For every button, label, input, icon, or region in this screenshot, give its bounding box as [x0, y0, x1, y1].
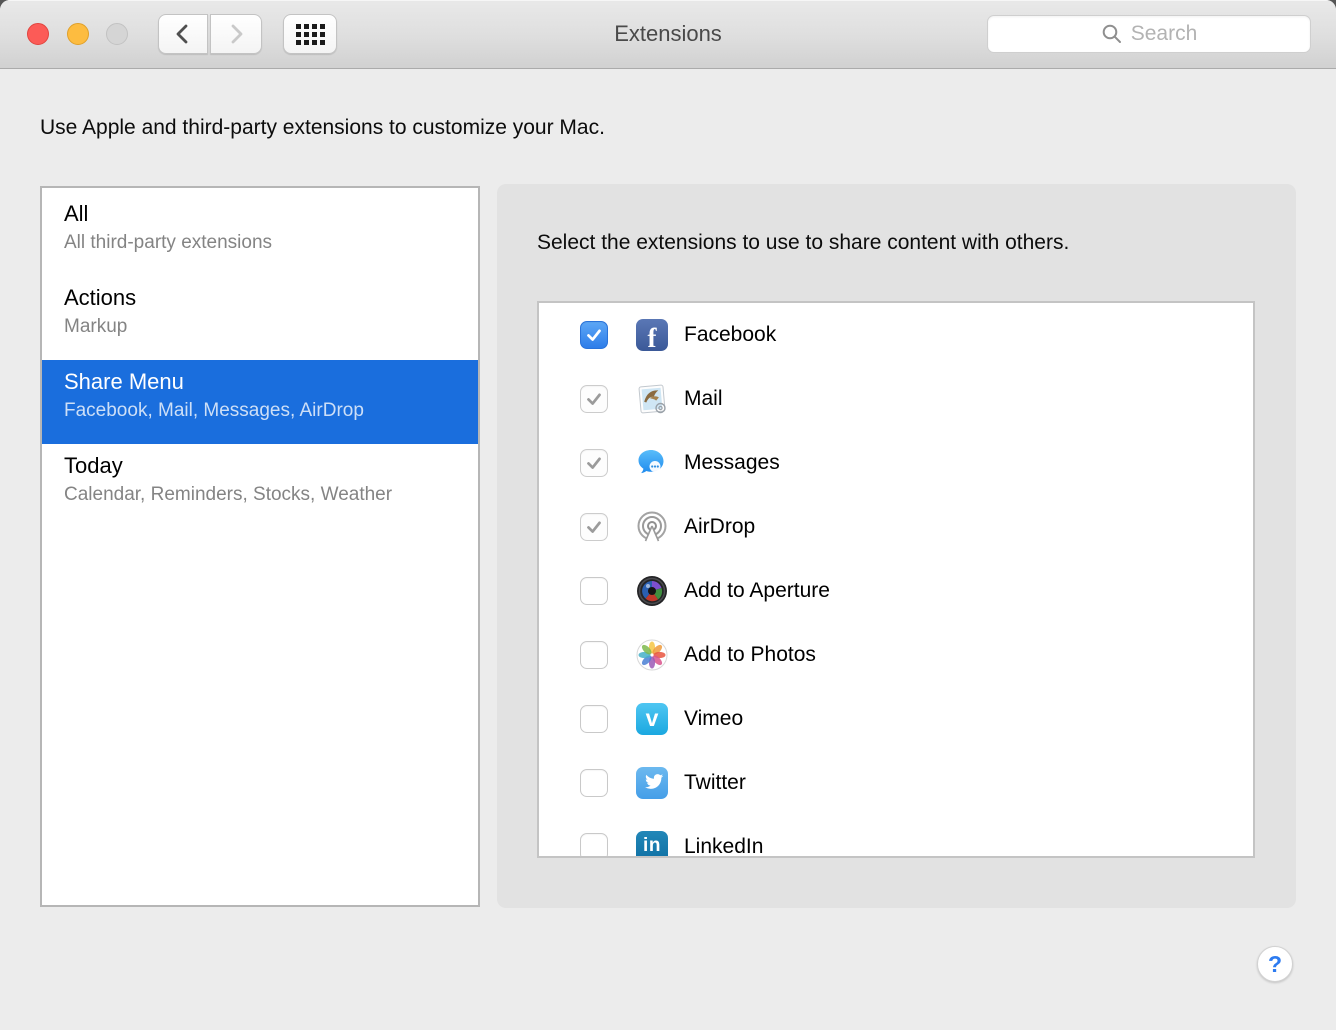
sidebar: All All third-party extensions Actions Mark…: [40, 186, 480, 907]
twitter-checkbox[interactable]: [580, 769, 608, 797]
extension-label: Vimeo: [684, 707, 744, 730]
help-button[interactable]: ?: [1257, 946, 1293, 982]
extension-row-mail[interactable]: Mail: [539, 367, 1253, 431]
extension-label: Messages: [684, 451, 780, 474]
vimeo-checkbox[interactable]: [580, 705, 608, 733]
extension-row-linkedin[interactable]: in LinkedIn: [539, 815, 1253, 858]
mail-checkbox: [580, 385, 608, 413]
extension-label: AirDrop: [684, 515, 756, 538]
sidebar-item-title: Actions: [64, 285, 137, 310]
extension-row-facebook[interactable]: f Facebook: [539, 303, 1253, 367]
extension-row-airdrop[interactable]: AirDrop: [539, 495, 1253, 559]
zoom-button: [106, 23, 128, 45]
sidebar-item-today[interactable]: Today Calendar, Reminders, Stocks, Weathe…: [42, 444, 478, 528]
close-button[interactable]: [27, 23, 49, 45]
photos-icon: [636, 639, 668, 671]
extension-label: LinkedIn: [684, 835, 764, 858]
airdrop-checkbox: [580, 513, 608, 541]
add-to-aperture-checkbox[interactable]: [580, 577, 608, 605]
search-input[interactable]: Search: [987, 15, 1311, 53]
back-button[interactable]: [158, 14, 208, 54]
titlebar: Extensions Search: [0, 0, 1336, 69]
sidebar-item-title: Share Menu: [64, 369, 184, 394]
messages-icon: [636, 447, 668, 479]
aperture-icon: [636, 575, 668, 607]
search-placeholder: Search: [1130, 22, 1198, 45]
twitter-icon: [636, 767, 668, 799]
show-all-button[interactable]: [283, 14, 337, 54]
linkedin-icon: in: [636, 831, 668, 856]
extension-row-add-to-aperture[interactable]: Add to Aperture: [539, 559, 1253, 623]
sidebar-item-subtitle: Markup: [64, 316, 128, 337]
extensions-list: f Facebook Mail Messages AirDrop Add to Apert…: [537, 301, 1255, 858]
linkedin-checkbox[interactable]: [580, 833, 608, 856]
facebook-icon: f: [636, 319, 668, 351]
share-menu-panel: Select the extensions to use to share co…: [497, 184, 1296, 908]
show-all-grid-icon: [295, 23, 325, 45]
chevron-right-icon: [231, 24, 243, 44]
panel-heading: Select the extensions to use to share co…: [537, 231, 1070, 254]
intro-text: Use Apple and third-party extensions to …: [40, 116, 605, 139]
extension-label: Add to Photos: [684, 643, 816, 666]
sidebar-item-share-menu[interactable]: Share Menu Facebook, Mail, Messages, AirD…: [42, 360, 478, 444]
sidebar-item-all[interactable]: All All third-party extensions: [42, 192, 478, 276]
extension-row-messages[interactable]: Messages: [539, 431, 1253, 495]
search-icon: [1102, 24, 1121, 43]
mail-icon: [636, 383, 668, 415]
messages-checkbox: [580, 449, 608, 477]
sidebar-item-subtitle: Calendar, Reminders, Stocks, Weather: [64, 484, 393, 505]
sidebar-item-subtitle: Facebook, Mail, Messages, AirDrop: [64, 400, 364, 421]
sidebar-item-actions[interactable]: Actions Markup: [42, 276, 478, 360]
chevron-left-icon: [176, 24, 188, 44]
airdrop-icon: [636, 511, 668, 543]
extension-label: Mail: [684, 387, 723, 410]
extensions-window: Extensions Search Use Apple and third-pa…: [0, 0, 1336, 1030]
vimeo-icon: v: [636, 703, 668, 735]
extension-row-vimeo[interactable]: v Vimeo: [539, 687, 1253, 751]
sidebar-item-title: Today: [64, 453, 123, 478]
extension-label: Twitter: [684, 771, 746, 794]
extension-label: Facebook: [684, 323, 777, 346]
add-to-photos-checkbox[interactable]: [580, 641, 608, 669]
extension-row-twitter[interactable]: Twitter: [539, 751, 1253, 815]
facebook-checkbox[interactable]: [580, 321, 608, 349]
minimize-button[interactable]: [67, 23, 89, 45]
sidebar-item-subtitle: All third-party extensions: [64, 232, 273, 253]
extension-row-add-to-photos[interactable]: Add to Photos: [539, 623, 1253, 687]
forward-button: [210, 14, 262, 54]
sidebar-item-title: All: [64, 201, 89, 226]
extension-label: Add to Aperture: [684, 579, 830, 602]
